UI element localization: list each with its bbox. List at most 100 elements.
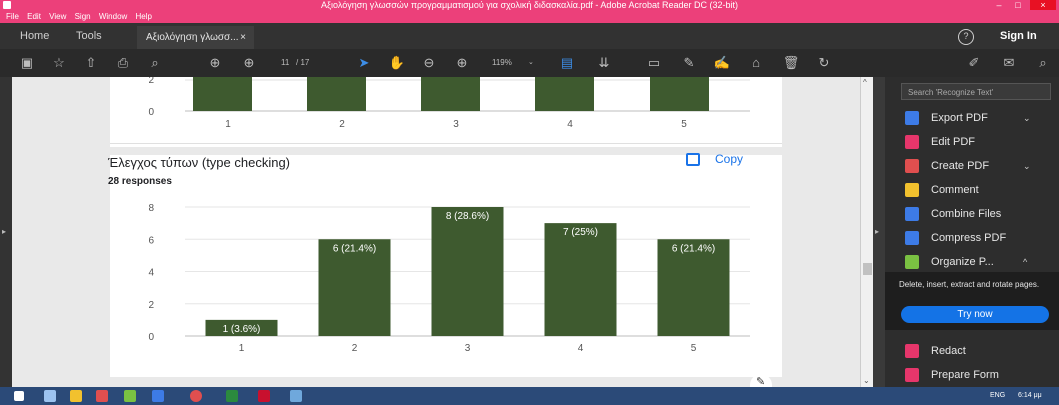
chrome-icon[interactable]	[96, 390, 108, 402]
tool-label: Compress PDF	[931, 232, 1007, 244]
expand-left-icon[interactable]: ▸	[2, 227, 6, 236]
zoom-in-icon[interactable]: ⊕	[453, 54, 471, 72]
bar[interactable]	[431, 207, 504, 336]
menu-view[interactable]: View	[49, 10, 66, 23]
menu-sign[interactable]: Sign	[75, 10, 91, 23]
email-icon[interactable]: ✉	[1000, 54, 1018, 72]
acrobat-taskbar-icon[interactable]	[258, 390, 270, 402]
page-number-input[interactable]: 11	[281, 54, 289, 72]
tool-redact[interactable]: Redact	[885, 339, 1059, 363]
close-window-button[interactable]: ×	[1030, 0, 1056, 10]
card-gap	[100, 147, 782, 155]
tools-search-input[interactable]: Search 'Recognize Text'	[901, 83, 1051, 100]
start-icon[interactable]	[14, 391, 24, 401]
app-icon-blue[interactable]	[152, 390, 164, 402]
tool-create-pdf[interactable]: Create PDF ⌄	[885, 154, 1059, 178]
copy-label: Copy	[715, 152, 744, 166]
scroll-up-icon[interactable]: ^	[863, 78, 867, 87]
scrollbar-thumb[interactable]	[863, 263, 872, 275]
menu-file[interactable]: File	[6, 10, 19, 23]
y-tick-label: 2	[148, 300, 154, 311]
top-chart: 2 0 1 2 3 4 5	[148, 77, 750, 130]
rotate-icon[interactable]: ↻	[815, 54, 833, 72]
stamp-icon[interactable]: ⌂	[747, 54, 765, 72]
upload-icon[interactable]: ⇧	[82, 54, 100, 72]
tab-home[interactable]: Home	[20, 23, 49, 49]
top-bar-5	[650, 77, 709, 111]
zoom-out-icon[interactable]: ⊖	[420, 54, 438, 72]
tool-label: Combine Files	[931, 208, 1002, 220]
menu-help[interactable]: Help	[136, 10, 152, 23]
sign-in-link[interactable]: Sign In	[1000, 23, 1037, 49]
tool-edit-pdf[interactable]: Edit PDF	[885, 130, 1059, 154]
help-icon[interactable]: ?	[958, 29, 974, 45]
tab-tools[interactable]: Tools	[76, 23, 102, 49]
expand-chevron-icon[interactable]: ⌄	[1023, 106, 1031, 130]
vertical-scrollbar[interactable]: ^ ⌄	[860, 77, 874, 387]
language-indicator[interactable]: ENG	[990, 387, 1005, 405]
task-view-icon[interactable]	[44, 390, 56, 402]
expand-chevron-icon[interactable]: ^	[1023, 250, 1027, 274]
fill-sign-icon[interactable]: ✐	[965, 54, 983, 72]
right-panel-toggle[interactable]: ▸	[873, 77, 885, 387]
bookmark-star-icon[interactable]: ☆	[50, 54, 68, 72]
top-bar-3	[421, 77, 480, 111]
section-divider	[110, 143, 782, 144]
prepare-form-icon	[905, 368, 919, 382]
next-page-icon[interactable]: ⊕	[240, 54, 258, 72]
app-icon-light-blue[interactable]	[290, 390, 302, 402]
maximize-button[interactable]: □	[1009, 0, 1027, 10]
clock[interactable]: 6:14 μμ	[1018, 387, 1042, 405]
y-tick-label: 6	[148, 235, 154, 246]
combine-files-icon	[905, 207, 919, 221]
tool-organize-pages[interactable]: Organize P... ^	[885, 250, 1059, 274]
menu-window[interactable]: Window	[99, 10, 127, 23]
copy-icon	[686, 153, 700, 166]
previous-page-icon[interactable]: ⊕	[206, 54, 224, 72]
search-tools-icon[interactable]: ⌕	[1034, 54, 1052, 72]
page-total: / 17	[296, 58, 310, 67]
hand-tool-icon[interactable]: ✋	[388, 54, 406, 72]
sign-icon[interactable]: ✍	[713, 54, 731, 72]
delete-icon[interactable]: 🗑	[782, 54, 800, 72]
top-bar-2	[307, 77, 366, 111]
app-icon-green[interactable]	[124, 390, 136, 402]
search-icon[interactable]: ⌕	[146, 54, 164, 72]
select-cursor-icon[interactable]: ➤	[355, 54, 373, 72]
scroll-down-icon[interactable]: ⌄	[863, 376, 870, 385]
tool-label: Comment	[931, 184, 979, 196]
minimize-button[interactable]: –	[990, 0, 1008, 10]
highlight-pen-icon[interactable]: ✎	[680, 54, 698, 72]
zoom-level-dropdown[interactable]: 119%	[492, 54, 512, 72]
tab-document[interactable]: Αξιολόγηση γλωσσ... ×	[137, 26, 254, 49]
scroll-mode-icon[interactable]: ⇊	[595, 54, 613, 72]
app-icon-dark-green[interactable]	[226, 390, 238, 402]
file-explorer-icon[interactable]	[70, 390, 82, 402]
tool-label: Edit PDF	[931, 136, 976, 148]
tool-compress-pdf[interactable]: Compress PDF	[885, 226, 1059, 250]
tools-panel: Search 'Recognize Text' Export PDF ⌄ Edit …	[885, 77, 1059, 387]
bar[interactable]	[544, 223, 617, 336]
tool-export-pdf[interactable]: Export PDF ⌄	[885, 106, 1059, 130]
close-tab-button[interactable]: ×	[240, 26, 246, 49]
browser-icon[interactable]	[190, 390, 202, 402]
left-panel-toggle[interactable]: ▸	[0, 77, 12, 387]
tool-combine-files[interactable]: Combine Files	[885, 202, 1059, 226]
tab-bar: Home Tools Αξιολόγηση γλωσσ... × ? Sign …	[0, 23, 1059, 49]
fit-page-icon[interactable]: ▤	[558, 54, 576, 72]
y-tick-label: 4	[148, 268, 154, 279]
compress-pdf-icon	[905, 231, 919, 245]
collapse-right-icon[interactable]: ▸	[875, 227, 879, 236]
tool-prepare-form[interactable]: Prepare Form	[885, 363, 1059, 387]
top-x-tick-2: 2	[339, 119, 345, 130]
save-icon[interactable]: ▣	[18, 54, 36, 72]
top-y-tick-2: 2	[148, 77, 154, 86]
print-icon[interactable]: ⎙	[114, 54, 132, 72]
expand-chevron-icon[interactable]: ⌄	[1023, 154, 1031, 178]
zoom-chevron-icon[interactable]: ⌄	[528, 54, 534, 72]
try-now-button[interactable]: Try now	[901, 306, 1049, 323]
bar-data-label: 6 (21.4%)	[672, 243, 715, 254]
comment-icon[interactable]: ▭	[645, 54, 663, 72]
tool-comment[interactable]: Comment	[885, 178, 1059, 202]
menu-edit[interactable]: Edit	[27, 10, 41, 23]
